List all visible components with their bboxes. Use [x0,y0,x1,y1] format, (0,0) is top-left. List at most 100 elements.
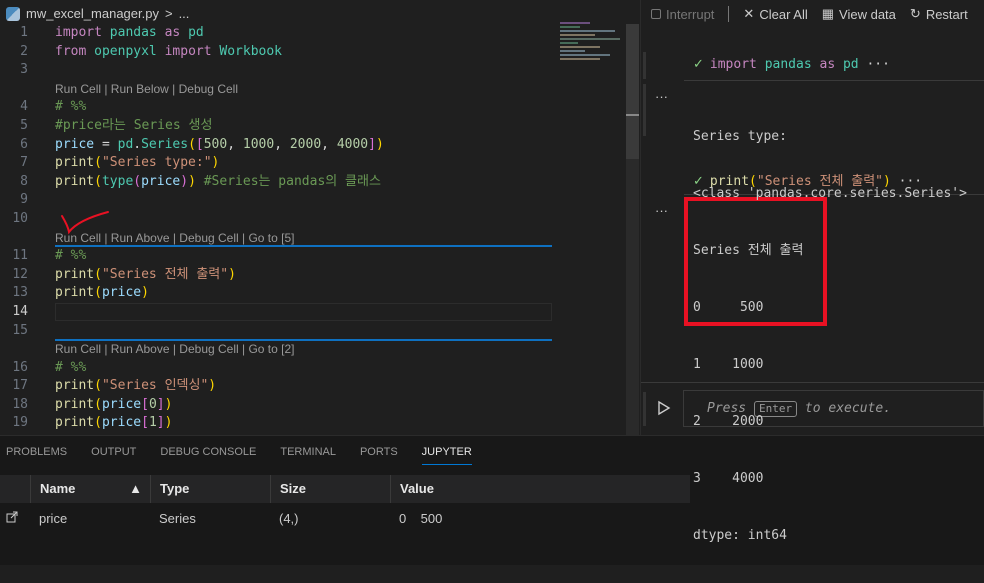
open-data-viewer-icon[interactable] [0,511,30,526]
code-token: = [94,136,118,152]
line-code[interactable]: print("Series 전체 출력") [55,266,236,285]
code-token: # %% [55,248,87,264]
output-gutter[interactable] [643,84,646,136]
scrollbar-thumb[interactable] [626,24,639,159]
variable-name: price [39,510,68,526]
output-line: 3 4000 [693,471,764,486]
collapsed-ellipsis[interactable]: ··· [866,57,889,72]
tab-terminal[interactable]: TERMINAL [280,446,336,465]
output-more-button[interactable]: ··· [655,89,668,104]
line-code[interactable]: print(price) [55,284,149,303]
code-line[interactable]: 15 [0,322,552,341]
view-data-button[interactable]: ▦ View data [822,6,896,22]
code-line[interactable]: 16 # %% [0,359,552,378]
run-input-button[interactable] [657,400,671,421]
codelens-actions[interactable]: Run Cell | Run Above | Debug Cell | Go t… [55,340,294,359]
line-code[interactable]: print(type(price)) #Series는 pandas의 클래스 [55,173,381,192]
line-code[interactable]: from openpyxl import Workbook [55,43,282,62]
placeholder-suffix: to execute. [804,401,892,416]
cell-2-output: Series 전체 출력 0 500 1 1000 2 2000 3 4000 … [693,203,803,583]
line-code[interactable]: # %% [55,98,86,117]
code-line[interactable]: 18 print(price[0]) [0,396,552,415]
code-token: price [141,173,181,189]
stop-icon [651,9,661,19]
code-token: print [55,173,95,189]
tab-debug-console[interactable]: DEBUG CONSOLE [160,446,256,465]
code-line[interactable]: 4 # %% [0,98,552,117]
code-line[interactable]: 14 [0,303,552,322]
code-line[interactable]: 12 print("Series 전체 출력") [0,266,552,285]
code-line[interactable]: 17 print("Series 인덱싱") [0,377,552,396]
clear-all-button[interactable]: ✕ Clear All [743,6,807,22]
output-line: dtype: int64 [693,528,787,543]
variable-type: Series [159,510,196,526]
code-line[interactable]: 7 print("Series type:") [0,154,552,173]
code-line[interactable]: 19 print(price[1]) [0,414,552,433]
codelens-actions[interactable]: Run Cell | Run Below | Debug Cell [55,80,238,99]
toolbar-separator [728,6,730,22]
code-line[interactable]: 3 [0,61,552,80]
column-header-type[interactable]: Type [150,475,270,503]
code-token: , [227,136,243,152]
code-line[interactable]: 1 import pandas as pd [0,24,552,43]
code-token: 2000 [289,136,322,152]
line-code[interactable]: price = pd.Series([500, 1000, 2000, 4000… [55,136,384,155]
output-more-button[interactable]: ··· [655,203,668,218]
code-token: as [819,57,836,72]
line-number: 19 [12,415,28,431]
tab-jupyter[interactable]: JUPYTER [421,446,472,465]
code-token: ( [94,396,102,412]
scrollbar-cursor-marker [626,114,639,116]
line-number: 18 [12,396,28,412]
breadcrumb-separator: > [164,6,173,21]
line-code[interactable]: # %% [55,359,86,378]
code-line[interactable]: 13 print(price) [0,284,552,303]
tab-ports[interactable]: PORTS [360,446,398,465]
line-code[interactable]: import pandas as pd [55,24,204,43]
code-editor[interactable]: mw_excel_manager.py > ... 1 import pandas… [0,0,640,435]
interrupt-button[interactable]: Interrupt [651,7,714,22]
table-row[interactable]: price Series (4,) 0 500 [0,503,690,533]
output-line: 0 500 [693,300,764,315]
line-number: 17 [12,378,28,394]
code-line[interactable]: 2 from openpyxl import Workbook [0,43,552,62]
line-number: 13 [12,285,28,301]
sort-ascending-icon[interactable]: ▲ [129,475,142,503]
code-token: 4000 [336,136,369,152]
breadcrumb[interactable]: mw_excel_manager.py > ... [6,6,189,21]
cell-gutter[interactable] [643,52,646,79]
code-token: print [55,396,95,412]
variable-value: 0 500 [399,510,443,526]
breadcrumb-file[interactable]: mw_excel_manager.py [26,6,159,21]
column-header-size[interactable]: Size [270,475,390,503]
line-code[interactable]: print(price[1]) [55,414,172,433]
code-token: # %% [55,359,87,375]
code-token: #Series는 pandas의 클래스 [203,173,381,189]
code-token: ] [156,415,165,431]
line-code[interactable]: # %% [55,247,86,266]
code-line[interactable]: 6 price = pd.Series([500, 1000, 2000, 400… [0,136,552,155]
line-code[interactable]: #price라는 Series 생성 [55,117,212,136]
code-line[interactable]: 5 #price라는 Series 생성 [0,117,552,136]
restart-button[interactable]: ↻ Restart [910,6,968,22]
minimap[interactable] [560,20,626,110]
column-header-value[interactable]: Value [390,475,690,503]
code-line[interactable]: 11 # %% [0,247,552,266]
cell-1-header[interactable]: ✓ import pandas as pd ··· [693,56,890,72]
column-header-name[interactable]: Name ▲ [30,475,150,503]
code-line[interactable]: 8 print(type(price)) #Series는 pandas의 클래스 [0,173,552,192]
breadcrumb-more[interactable]: ... [179,6,190,21]
tab-output[interactable]: OUTPUT [91,446,136,465]
code-token: import [164,43,212,59]
code-token: print [55,378,95,394]
code-token: ( [94,415,102,431]
line-code[interactable]: print("Series 인덱싱") [55,377,216,396]
tab-problems[interactable]: PROBLEMS [6,446,67,465]
code-token: 500 [203,136,228,152]
line-code[interactable]: print("Series type:") [55,154,219,173]
code-token: "Series 인덱싱" [101,378,209,394]
code-token: ) [180,173,189,189]
line-code[interactable]: print(price[0]) [55,396,172,415]
code-token: ) [164,396,173,412]
